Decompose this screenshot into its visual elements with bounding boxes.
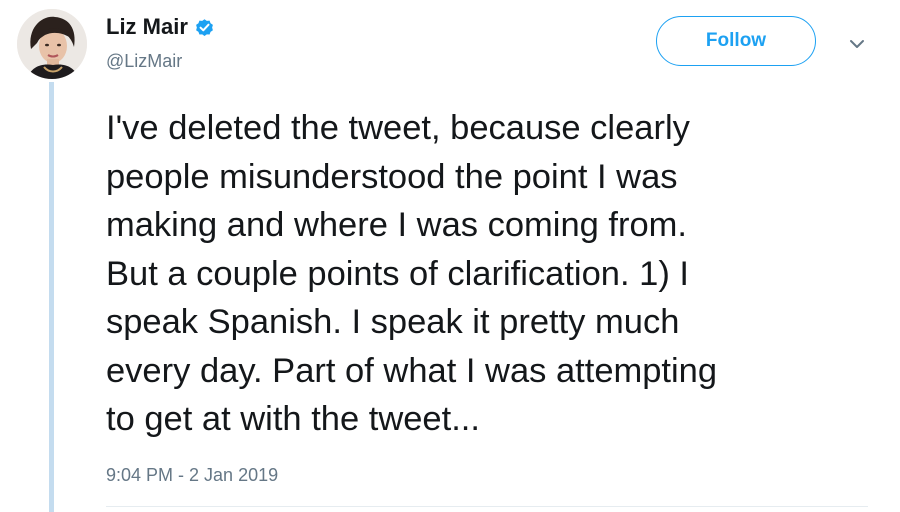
divider	[106, 506, 868, 507]
follow-button[interactable]: Follow	[656, 16, 816, 66]
tweet-card: Liz Mair @LizMair Follow I've deleted th…	[0, 0, 900, 512]
display-name[interactable]: Liz Mair	[106, 14, 188, 40]
tweet-text: I've deleted the tweet, because clearly …	[106, 109, 718, 438]
verified-badge-icon	[196, 18, 213, 36]
name-row: Liz Mair	[106, 12, 215, 42]
user-avatar-icon	[17, 9, 87, 79]
thread-line	[49, 82, 54, 512]
tweet-timestamp[interactable]: 9:04 PM - 2 Jan 2019	[106, 465, 278, 486]
chevron-down-icon[interactable]	[848, 37, 866, 51]
user-handle[interactable]: @LizMair	[106, 51, 215, 72]
avatar[interactable]	[17, 9, 87, 79]
tweet-header: Liz Mair @LizMair	[106, 12, 215, 72]
